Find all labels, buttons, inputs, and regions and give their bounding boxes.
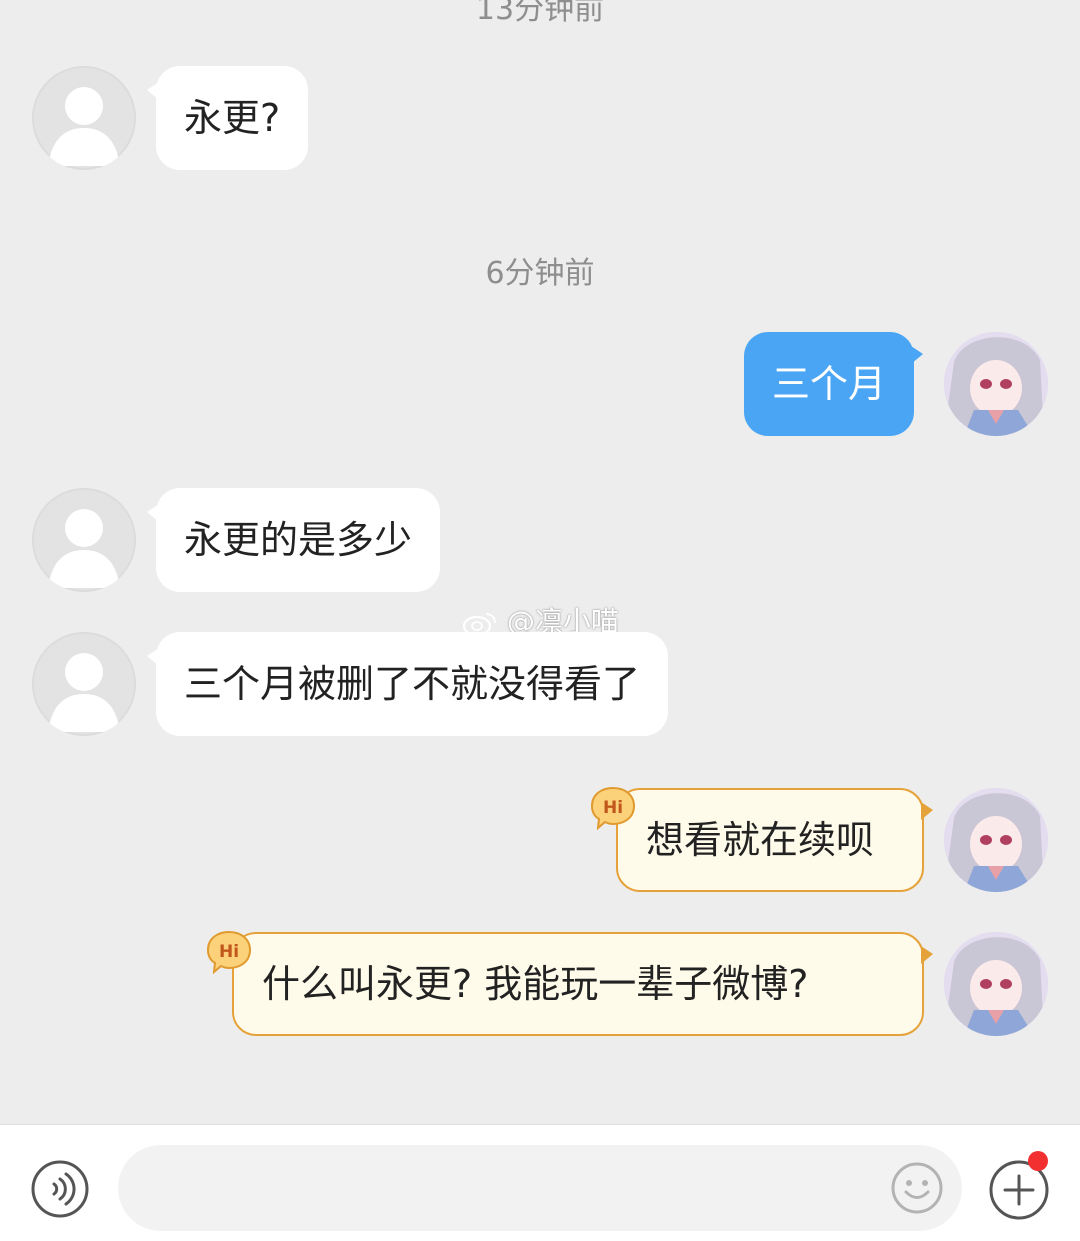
hi-badge-icon: Hi [590,786,636,830]
my-avatar[interactable] [944,788,1048,892]
message-bubble-received[interactable]: 三个月被删了不就没得看了 [146,632,669,736]
default-avatar-icon [48,653,120,732]
my-avatar[interactable] [944,932,1048,1036]
emoji-icon[interactable] [890,1161,944,1215]
message-bubble-sent-hi[interactable]: 什么叫永更? 我能玩一辈子微博? [232,932,933,1036]
anime-avatar-icon [944,332,1048,436]
message-bubble-received[interactable]: 永更? [146,66,309,170]
message-bubble-received[interactable]: 永更的是多少 [146,488,441,592]
contact-avatar[interactable] [32,66,136,170]
message-input[interactable] [118,1145,962,1231]
anime-avatar-icon [944,788,1048,892]
notification-dot [1028,1151,1048,1171]
my-avatar[interactable] [944,332,1048,436]
default-avatar-icon [48,87,120,166]
timestamp: 13分钟前 [475,0,605,27]
contact-avatar[interactable] [32,632,136,736]
message-bubble-sent[interactable]: 三个月 [744,332,924,436]
input-bar [0,1124,1080,1241]
default-avatar-icon [48,509,120,588]
voice-icon[interactable] [30,1159,90,1219]
message-bubble-sent-hi[interactable]: 想看就在续呗 [616,788,933,892]
contact-avatar[interactable] [32,488,136,592]
anime-avatar-icon [944,932,1048,1036]
hi-badge-label: Hi [219,942,239,962]
timestamp: 6分钟前 [485,256,595,291]
hi-badge-icon: Hi [206,930,252,974]
hi-badge-label: Hi [603,798,623,818]
